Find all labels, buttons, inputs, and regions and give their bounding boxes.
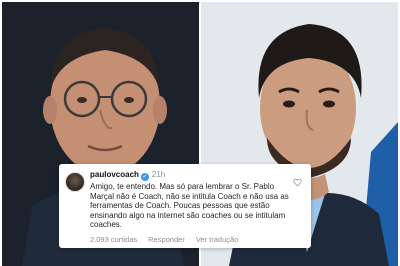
comment-text: Amigo, te entendo. Mas só para lembrar o… (90, 182, 289, 230)
collage: paulovcoach ✓ 21h Amigo, te entendo. Mas s… (0, 0, 400, 266)
comment-actions: 2.093 curtidas Responder Ver tradução (90, 235, 249, 244)
heart-icon[interactable] (293, 178, 302, 187)
likes-count[interactable]: 2.093 curtidas (90, 235, 137, 244)
instagram-comment-card: paulovcoach ✓ 21h Amigo, te entendo. Mas s… (59, 164, 311, 248)
comment-age: 21h (151, 170, 166, 179)
username[interactable]: paulovcoach (90, 170, 139, 179)
reply-button[interactable]: Responder (148, 235, 185, 244)
comment-header: paulovcoach ✓ 21h (90, 170, 165, 181)
verified-badge-icon: ✓ (140, 173, 149, 181)
avatar[interactable] (65, 172, 85, 192)
see-translation-link[interactable]: Ver tradução (196, 235, 239, 244)
